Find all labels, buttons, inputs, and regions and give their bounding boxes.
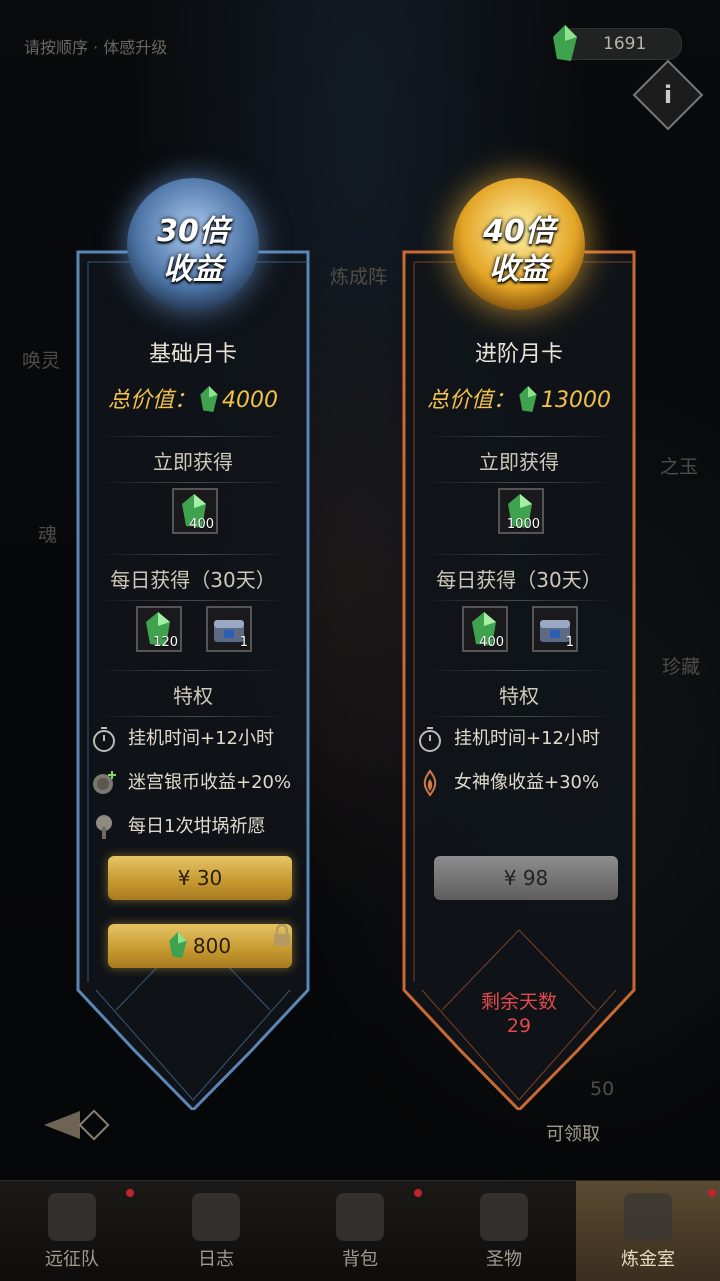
instant-gem-item[interactable]: 1000 — [498, 488, 544, 534]
daily-gem-item[interactable]: 400 — [462, 606, 508, 652]
perk-row: 女神像收益+30% — [416, 768, 599, 798]
nav-label: 圣物 — [486, 1249, 522, 1270]
total-label: 总价值： — [426, 388, 515, 413]
card-title: 进阶月卡 — [474, 342, 563, 367]
flame-statue-icon — [423, 769, 437, 797]
remaining-days-label: 剩余天数 — [480, 991, 557, 1013]
daily-chest-item[interactable]: 1 — [206, 606, 252, 652]
daily-chest-item[interactable]: 1 — [532, 606, 578, 652]
backpack-icon — [336, 1193, 384, 1241]
perks-label: 特权 — [86, 670, 300, 717]
stopwatch-icon — [419, 727, 441, 752]
gem-price: 800 — [192, 934, 232, 958]
buy-cash-button[interactable]: ¥ 98 — [434, 856, 618, 900]
lock-icon — [274, 924, 290, 946]
silver-coin-icon — [93, 771, 116, 794]
gem-icon — [169, 932, 187, 958]
item-count: 1 — [565, 635, 574, 650]
advanced-month-card: 40倍 收益 进阶月卡 总价值： 13000 立即获得 1000 每日获得（30天… — [392, 178, 646, 1110]
nav-label: 远征队 — [45, 1249, 99, 1270]
gem-currency: 1691 — [553, 25, 682, 61]
nav-label: 炼金室 — [621, 1249, 675, 1270]
total-amount: 4000 — [222, 388, 278, 413]
perk-text: 迷宫银币收益+20% — [128, 772, 292, 793]
stopwatch-icon — [93, 727, 115, 752]
instant-gem-item[interactable]: 400 — [172, 488, 218, 534]
nav-backpack[interactable]: 背包 — [288, 1181, 432, 1281]
bottom-nav: 远征队 日志 背包 圣物 炼金室 — [0, 1180, 720, 1281]
badge-income: 收益 — [163, 252, 223, 287]
income-badge: 30倍 收益 — [127, 178, 259, 310]
item-count: 400 — [189, 517, 214, 532]
badge-income: 收益 — [489, 252, 549, 287]
remaining-days: 剩余天数 29 — [392, 990, 646, 1038]
gem-icon — [200, 386, 218, 412]
top-bar: 请按顺序 · 体感升级 1691 i — [0, 0, 720, 131]
nav-journal[interactable]: 日志 — [144, 1181, 288, 1281]
gem-icon — [553, 25, 577, 61]
notification-dot — [414, 1189, 422, 1197]
item-count: 1 — [239, 635, 248, 650]
instant-label: 立即获得 — [412, 436, 626, 483]
total-value: 总价值： 13000 — [362, 382, 676, 414]
nav-label: 日志 — [198, 1249, 234, 1270]
info-icon: i — [663, 81, 673, 109]
torch-icon — [480, 1193, 528, 1241]
buy-cash-button[interactable]: ¥ 30 — [108, 856, 292, 900]
income-badge: 40倍 收益 — [453, 178, 585, 310]
item-count: 120 — [153, 635, 178, 650]
perk-text: 女神像收益+30% — [454, 772, 600, 793]
perk-row: 迷宫银币收益+20% — [90, 768, 291, 798]
back-arrow-icon[interactable] — [40, 1105, 120, 1145]
perk-text: 挂机时间+12小时 — [128, 728, 274, 749]
gem-count: 1691 — [603, 34, 647, 54]
card-title: 基础月卡 — [148, 342, 237, 367]
item-count: 1000 — [506, 517, 540, 532]
perk-row: 挂机时间+12小时 — [416, 724, 600, 754]
claim-text: 可领取 — [546, 1124, 600, 1145]
perk-text: 挂机时间+12小时 — [454, 728, 600, 749]
helmet-icon — [48, 1193, 96, 1241]
total-label: 总价值： — [107, 388, 196, 413]
item-count: 400 — [479, 635, 504, 650]
perk-row: 挂机时间+12小时 — [90, 724, 274, 754]
daily-label: 每日获得（30天） — [412, 554, 626, 601]
remaining-days-value: 29 — [506, 1015, 532, 1037]
nav-alchemy[interactable]: 炼金室 — [576, 1181, 720, 1281]
basic-month-card: 30倍 收益 基础月卡 总价值： 4000 立即获得 400 每日获得（30天） … — [66, 178, 320, 1110]
nav-expedition[interactable]: 远征队 — [0, 1181, 144, 1281]
perk-row: 每日1次坩埚祈愿 — [90, 812, 265, 842]
tree-icon — [96, 815, 112, 839]
instant-label: 立即获得 — [86, 436, 300, 483]
scroll-icon — [192, 1193, 240, 1241]
gem-icon — [519, 386, 537, 412]
nav-label: 背包 — [342, 1249, 378, 1270]
top-hint-text: 请按顺序 · 体感升级 — [24, 38, 168, 57]
perks-label: 特权 — [412, 670, 626, 717]
notification-dot — [708, 1189, 716, 1197]
nav-relic[interactable]: 圣物 — [432, 1181, 576, 1281]
perk-text: 每日1次坩埚祈愿 — [128, 816, 266, 837]
total-value: 总价值： 4000 — [36, 382, 350, 414]
buy-gem-button[interactable]: 800 — [108, 924, 292, 968]
daily-label: 每日获得（30天） — [86, 554, 300, 601]
alchemy-icon — [624, 1193, 672, 1241]
total-amount: 13000 — [541, 388, 611, 413]
notification-dot — [126, 1189, 134, 1197]
daily-gem-item[interactable]: 120 — [136, 606, 182, 652]
